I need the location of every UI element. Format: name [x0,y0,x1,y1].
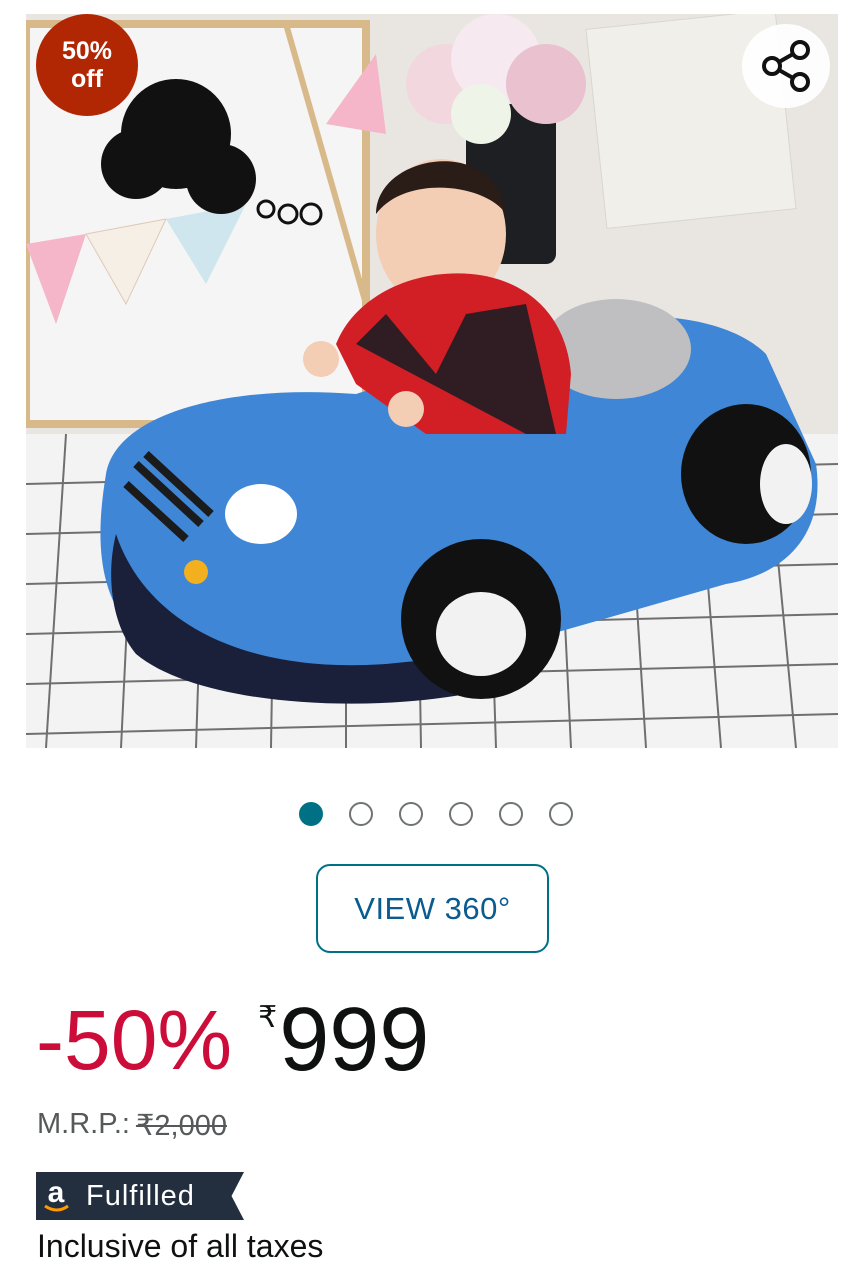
savings-percentage: -50% [36,993,233,1087]
smile-arrow-icon [44,1204,69,1212]
fulfilled-badge[interactable]: a Fulfilled [36,1172,244,1220]
share-icon [762,40,810,92]
image-carousel-dots [299,802,573,826]
price-row: -50% ₹ 999 [36,992,429,1088]
carousel-dot-6[interactable] [549,802,573,826]
view-360-button[interactable]: VIEW 360° [316,864,549,953]
mrp-value: ₹2,000 [135,1110,227,1142]
amazon-logo-icon: a [36,1172,76,1220]
tax-note: Inclusive of all taxes [37,1228,324,1264]
discount-badge-percent: 50% [61,37,113,65]
discount-badge-off: off [71,65,103,93]
carousel-dot-5[interactable] [499,802,523,826]
mrp-label: M.R.P.: [37,1108,130,1140]
fulfilled-label: Fulfilled [86,1179,195,1212]
carousel-dot-3[interactable] [399,802,423,826]
price-amount: 999 [279,990,430,1090]
carousel-dot-4[interactable] [449,802,473,826]
currency-symbol: ₹ [258,1001,278,1034]
product-image[interactable] [26,14,838,748]
product-photo [26,14,838,748]
mrp-row: M.R.P.: ₹2,000 [37,1108,227,1143]
discount-badge: 50% off [36,14,138,116]
carousel-dot-1[interactable] [299,802,323,826]
share-button[interactable] [742,24,830,108]
carousel-dot-2[interactable] [349,802,373,826]
